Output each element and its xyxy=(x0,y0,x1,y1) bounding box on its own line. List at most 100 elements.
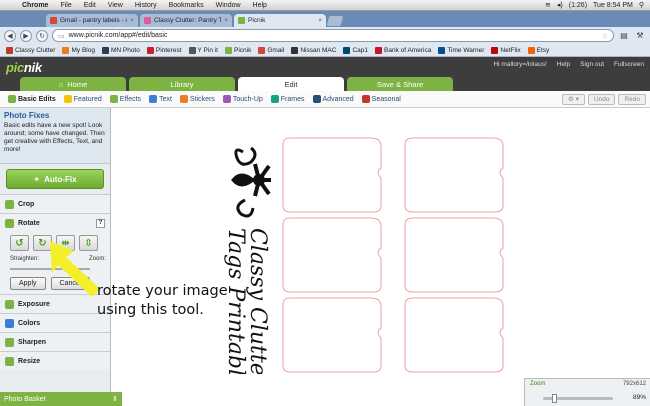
photo-canvas[interactable]: Classy Clutter Tags Printable xyxy=(111,108,650,376)
basic-edits-icon xyxy=(8,95,16,103)
subnav-frames[interactable]: Frames xyxy=(267,95,309,103)
picnik-main-tabs: ⌂ Home Library Edit Save & Share xyxy=(20,77,453,91)
bookmark-netflix[interactable]: NetFlix xyxy=(489,46,525,54)
bookmark-favicon-icon xyxy=(343,46,351,54)
subnav-label: Touch-Up xyxy=(232,95,263,103)
bookmark-my-blog[interactable]: My Blog xyxy=(60,46,99,54)
tool-label: Rotate xyxy=(18,219,40,227)
address-bar[interactable]: ▭ www.picnik.com/app#/edit/basic ☆ xyxy=(52,29,614,42)
rotate-left-button[interactable]: ↺ xyxy=(10,235,29,251)
tab-classy-clutter[interactable]: Classy Clutter: Pantry Tags × xyxy=(140,14,232,27)
tag-4 xyxy=(404,217,504,293)
wifi-icon[interactable]: ≋ xyxy=(545,1,551,9)
auto-fix-label: Auto-Fix xyxy=(44,174,77,184)
page-menu-icon[interactable]: ▤ xyxy=(618,30,630,42)
battery-status[interactable]: (1:26) xyxy=(569,2,587,9)
rotate-tool[interactable]: Rotate ? xyxy=(0,213,110,232)
annotation-line-2: using this tool. xyxy=(97,302,204,318)
subnav-advanced[interactable]: Advanced xyxy=(309,95,358,103)
bookmark-label: Pinterest xyxy=(155,46,182,54)
sharpen-tool[interactable]: Sharpen xyxy=(0,332,110,351)
tool-label: Exposure xyxy=(18,300,50,308)
help-link[interactable]: Help xyxy=(557,61,570,68)
tab-picnik[interactable]: Picnik × xyxy=(234,14,326,27)
tab-home[interactable]: ⌂ Home xyxy=(20,77,126,91)
bookmark-cap1[interactable]: Cap1 xyxy=(341,46,373,54)
close-tab-icon[interactable]: × xyxy=(130,17,134,24)
reload-icon[interactable]: ↻ xyxy=(36,29,48,42)
apply-button[interactable]: Apply xyxy=(10,277,46,290)
text-icon xyxy=(149,95,158,103)
help-icon[interactable]: ? xyxy=(96,218,105,228)
bookmark-etsy[interactable]: Etsy xyxy=(526,46,555,54)
menu-edit[interactable]: Edit xyxy=(78,2,102,9)
subnav-basic-edits[interactable]: Basic Edits xyxy=(4,95,60,103)
wrench-icon[interactable]: ⚒ xyxy=(634,30,646,42)
bookmark-favicon-icon xyxy=(101,46,109,54)
subnav-label: Basic Edits xyxy=(18,95,56,103)
bookmark-picnik[interactable]: Picnik xyxy=(223,46,256,54)
signout-link[interactable]: Sign out xyxy=(580,61,604,68)
close-tab-icon[interactable]: × xyxy=(318,17,322,24)
logo-text: nik xyxy=(23,60,42,75)
close-tab-icon[interactable]: × xyxy=(224,17,228,24)
back-icon[interactable]: ◀ xyxy=(4,29,16,42)
auto-fix-button[interactable]: ✶ Auto-Fix xyxy=(6,169,104,189)
bookmark-gmail[interactable]: Gmail xyxy=(256,46,289,54)
photo-image[interactable]: Classy Clutter Tags Printable xyxy=(201,124,531,374)
gear-icon: ⚙ ▾ xyxy=(568,96,579,103)
settings-gear-button[interactable]: ⚙ ▾ xyxy=(562,93,585,105)
zoom-slider-handle[interactable] xyxy=(552,394,557,403)
subnav-text[interactable]: Text xyxy=(145,95,176,103)
subnav-stickers[interactable]: Stickers xyxy=(176,95,219,103)
star-icon[interactable]: ☆ xyxy=(602,32,608,40)
clock[interactable]: Tue 8:54 PM xyxy=(593,2,633,9)
forward-icon[interactable]: ▶ xyxy=(20,29,32,42)
bookmark-label: Cap1 xyxy=(352,46,368,54)
rotate-icon xyxy=(5,218,14,228)
resize-tool[interactable]: Resize xyxy=(0,351,110,370)
bookmark-time-warner[interactable]: Time Warner xyxy=(436,46,489,54)
menu-window[interactable]: Window xyxy=(210,2,247,9)
menu-file[interactable]: File xyxy=(54,2,77,9)
volume-icon[interactable]: ◂) xyxy=(557,1,563,9)
subnav-touch-up[interactable]: Touch-Up xyxy=(219,95,267,103)
history-controls: ⚙ ▾ Undo Redo xyxy=(562,93,650,105)
bookmark-bank-of-america[interactable]: Bank of America xyxy=(373,46,436,54)
bookmark-mn-photo[interactable]: MN Photo xyxy=(100,46,145,54)
tool-label: Colors xyxy=(18,319,41,327)
new-tab-button[interactable] xyxy=(326,16,344,26)
subnav-featured[interactable]: Featured xyxy=(60,95,106,103)
subnav-effects[interactable]: Effects xyxy=(106,95,145,103)
crop-tool[interactable]: Crop xyxy=(0,194,110,213)
menu-help[interactable]: Help xyxy=(247,2,273,9)
fullscreen-link[interactable]: Fullscreen xyxy=(614,61,644,68)
spotlight-icon[interactable]: ⚲ xyxy=(639,1,644,9)
bookmark-pin-it[interactable]: Y Pin it xyxy=(187,46,223,54)
annotation-line-1: rotate your image xyxy=(97,283,228,299)
tab-edit[interactable]: Edit xyxy=(238,77,344,91)
tab-save-share[interactable]: Save & Share xyxy=(347,77,453,91)
bookmark-favicon-icon xyxy=(258,46,266,54)
advanced-icon xyxy=(312,95,321,103)
menu-view[interactable]: View xyxy=(102,2,129,9)
picnik-logo[interactable]: picnik xyxy=(6,60,42,75)
photo-fixes-title: Photo Fixes xyxy=(4,111,50,120)
tab-gmail[interactable]: Gmail - pantry labels - clas × xyxy=(46,14,138,27)
menu-bookmarks[interactable]: Bookmarks xyxy=(163,2,210,9)
redo-button[interactable]: Redo xyxy=(618,93,646,105)
colors-tool[interactable]: Colors xyxy=(0,313,110,332)
undo-button[interactable]: Undo xyxy=(587,93,616,105)
bookmark-pinterest[interactable]: Pinterest xyxy=(145,46,187,54)
photo-basket-bar[interactable]: Photo Basket ⇕ xyxy=(0,392,122,406)
bookmark-favicon-icon xyxy=(188,46,196,54)
menu-app[interactable]: Chrome xyxy=(16,2,54,9)
url-text: www.picnik.com/app#/edit/basic xyxy=(68,32,168,39)
tab-library[interactable]: Library xyxy=(129,77,235,91)
tag-6 xyxy=(404,297,504,373)
bookmark-label: Time Warner xyxy=(447,46,485,54)
menu-history[interactable]: History xyxy=(129,2,163,9)
bookmark-nissan[interactable]: Nissan MAC xyxy=(289,46,341,54)
bookmark-classy-clutter[interactable]: Classy Clutter xyxy=(4,46,60,54)
subnav-seasonal[interactable]: Seasonal xyxy=(358,95,405,103)
